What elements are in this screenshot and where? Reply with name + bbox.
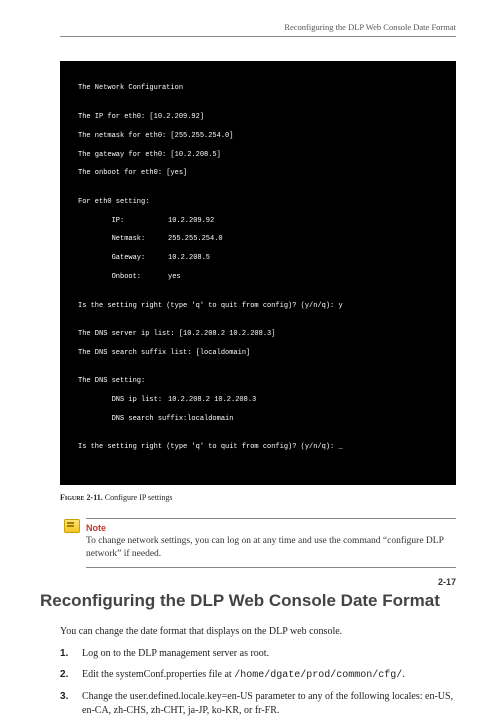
terminal-line: The netmask for eth0: [255.255.254.0]	[78, 132, 438, 141]
step-text-run: Edit the systemConf.properties file at	[82, 669, 234, 680]
figure-label: Figure 2-11.	[60, 493, 103, 502]
terminal-value: 10.2.209.92	[168, 217, 214, 225]
terminal-line: For eth0 setting:	[78, 198, 438, 207]
note-icon	[64, 519, 80, 533]
terminal-value: yes	[168, 273, 181, 281]
step-item: Change the user.defined.locale.key=en-US…	[60, 690, 456, 718]
page: Reconfiguring the DLP Web Console Date F…	[0, 0, 500, 607]
figure-caption-text: Configure IP settings	[105, 493, 173, 502]
terminal-key: Gateway:	[78, 254, 168, 263]
header-rule	[60, 36, 456, 37]
terminal-key: DNS ip list:	[78, 396, 168, 405]
terminal-key: Onboot:	[78, 273, 168, 282]
terminal-key: IP:	[78, 217, 168, 226]
step-text: Log on to the DLP management server as r…	[82, 647, 269, 661]
terminal-line: The IP for eth0: [10.2.209.92]	[78, 113, 438, 122]
page-number: 2-17	[438, 577, 456, 587]
terminal-line: The DNS setting:	[78, 377, 438, 386]
step-text: Edit the systemConf.properties file at /…	[82, 668, 405, 683]
running-head: Reconfiguring the DLP Web Console Date F…	[60, 22, 456, 36]
terminal-line: DNS ip list:10.2.208.2 10.2.208.3	[78, 396, 438, 405]
note-text: To change network settings, you can log …	[86, 535, 456, 561]
terminal-value: 10.2.208.5	[168, 254, 210, 262]
terminal-line: DNS search suffix:localdomain	[78, 415, 438, 424]
note-body: Note To change network settings, you can…	[86, 518, 456, 568]
terminal-line: The onboot for eth0: [yes]	[78, 169, 438, 178]
terminal-line: The Network Configuration	[78, 84, 438, 93]
section-heading: Reconfiguring the DLP Web Console Date F…	[40, 590, 456, 611]
step-item: Edit the systemConf.properties file at /…	[60, 668, 456, 683]
terminal-line: Onboot:yes	[78, 273, 438, 282]
intro-paragraph: You can change the date format that disp…	[60, 625, 456, 639]
terminal-value: 255.255.254.0	[168, 235, 223, 243]
terminal-value: 10.2.208.2 10.2.208.3	[168, 396, 256, 404]
step-text: Change the user.defined.locale.key=en-US…	[82, 690, 456, 718]
terminal-line: The DNS server ip list: [10.2.208.2 10.2…	[78, 330, 438, 339]
terminal-line: Is the setting right (type 'q' to quit f…	[78, 302, 438, 311]
terminal-value: localdomain	[187, 415, 233, 423]
terminal-line: IP:10.2.209.92	[78, 217, 438, 226]
terminal-key: DNS search suffix:	[78, 415, 187, 424]
note-title: Note	[86, 523, 456, 533]
terminal-line: Gateway:10.2.208.5	[78, 254, 438, 263]
step-list: Log on to the DLP management server as r…	[60, 647, 456, 718]
terminal-key: Netmask:	[78, 235, 168, 244]
terminal-line: The gateway for eth0: [10.2.208.5]	[78, 151, 438, 160]
step-text-run: .	[402, 669, 405, 680]
terminal-screenshot: The Network Configuration The IP for eth…	[60, 61, 456, 485]
terminal-line: Is the setting right (type 'q' to quit f…	[78, 443, 438, 452]
terminal-line: The DNS search suffix list: [localdomain…	[78, 349, 438, 358]
file-path: /home/dgate/prod/common/cfg/	[234, 670, 402, 681]
note-block: Note To change network settings, you can…	[64, 518, 456, 568]
terminal-line: Netmask:255.255.254.0	[78, 235, 438, 244]
step-item: Log on to the DLP management server as r…	[60, 647, 456, 661]
figure-caption: Figure 2-11. Configure IP settings	[60, 493, 456, 502]
